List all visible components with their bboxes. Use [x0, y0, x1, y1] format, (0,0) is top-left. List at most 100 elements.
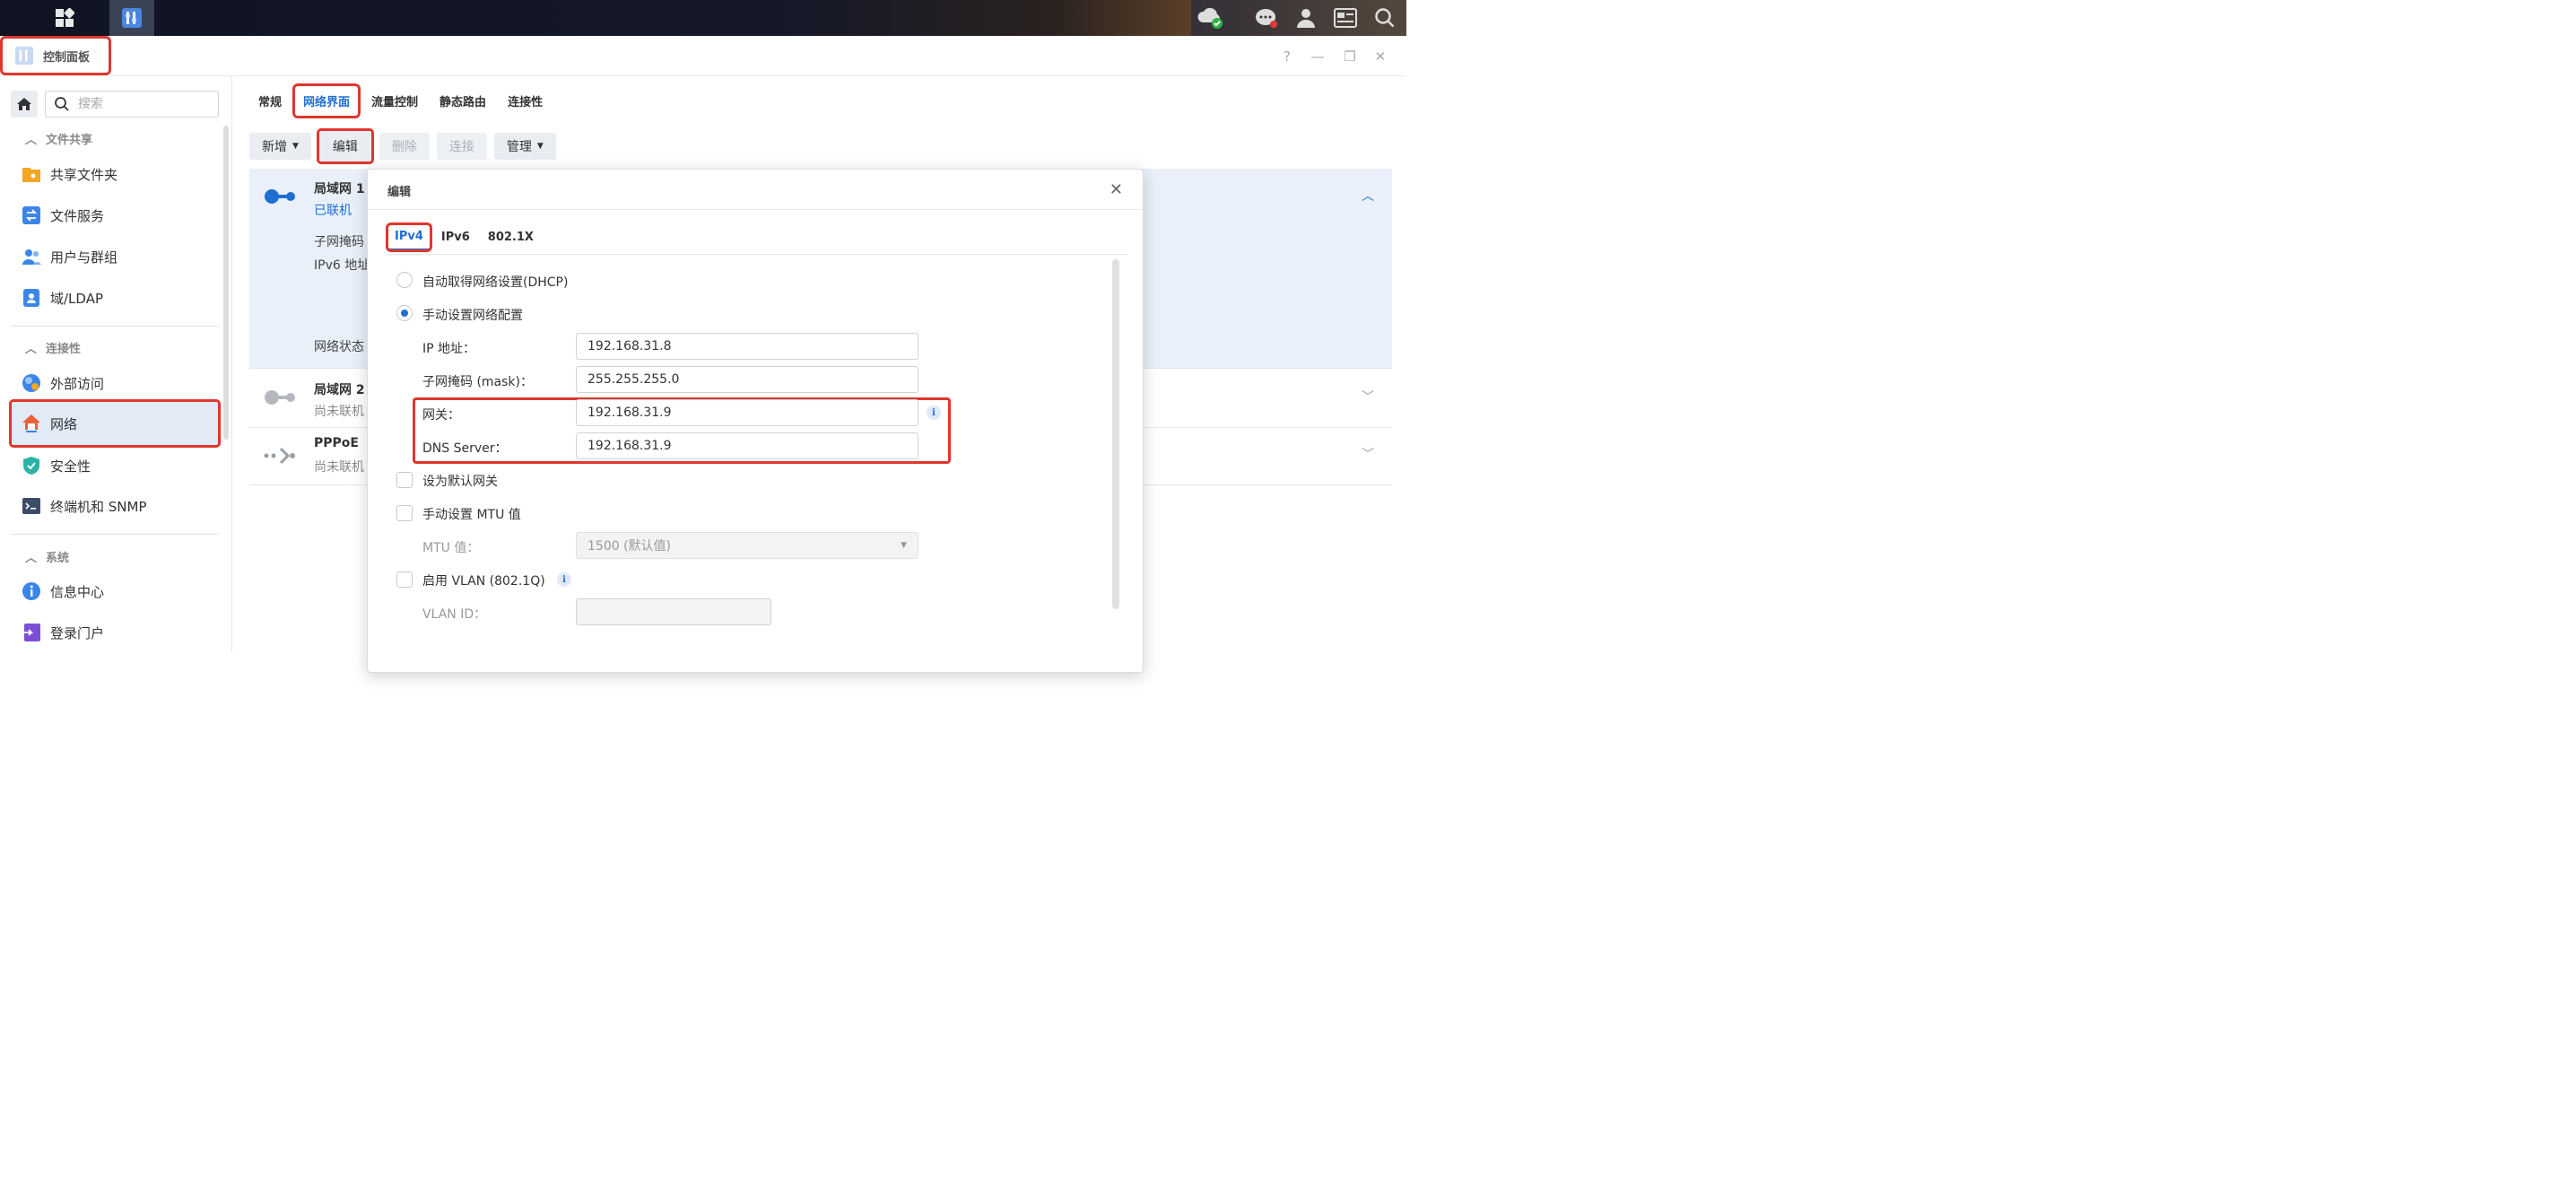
- info-icon[interactable]: i: [557, 572, 571, 587]
- tab-static-route[interactable]: 静态路由: [431, 87, 495, 115]
- chevron-up-icon: ︿: [25, 343, 38, 356]
- vlan-label: 启用 VLAN (802.1Q): [422, 574, 545, 589]
- sidebar-item-security[interactable]: 安全性: [11, 446, 219, 485]
- widgets-icon[interactable]: [1326, 0, 1365, 36]
- app-title-text: 控制面板: [43, 50, 91, 65]
- dns-server-label: DNS Server：: [422, 441, 508, 456]
- section-system[interactable]: ︿ 系统: [25, 548, 69, 565]
- tab-connectivity[interactable]: 连接性: [499, 87, 552, 115]
- close-icon[interactable]: ✕: [1110, 180, 1123, 199]
- tab-network-interface[interactable]: 网络界面: [292, 83, 361, 118]
- vlan-checkbox[interactable]: [396, 571, 413, 588]
- interface-name: PPPoE: [314, 436, 359, 450]
- network-house-icon: [22, 414, 40, 432]
- chevron-up-icon[interactable]: ︿: [1362, 187, 1374, 205]
- external-access-icon: [22, 374, 40, 392]
- tab-general[interactable]: 常规: [249, 87, 291, 115]
- sidebar-item-domain-ldap[interactable]: 域/LDAP: [11, 278, 219, 318]
- sidebar-item-network[interactable]: 网络: [9, 399, 221, 448]
- sidebar-item-file-services[interactable]: 文件服务: [11, 196, 219, 235]
- interface-status: 尚未联机: [314, 460, 364, 475]
- close-window-icon[interactable]: ✕: [1371, 47, 1390, 66]
- mtu-label: MTU 值：: [422, 541, 480, 555]
- chevron-down-icon[interactable]: ﹀: [1362, 388, 1374, 406]
- user-icon[interactable]: [1286, 0, 1326, 36]
- mtu-select[interactable]: 1500 (默认值) ▼: [576, 532, 918, 559]
- sidebar-item-shared-folder[interactable]: 共享文件夹: [11, 154, 219, 194]
- dhcp-radio[interactable]: [396, 272, 413, 288]
- section-connectivity[interactable]: ︿ 连接性: [25, 339, 81, 356]
- file-services-icon: [22, 206, 40, 224]
- control-panel-task-button[interactable]: [109, 0, 154, 36]
- section-file-sharing[interactable]: ︿ 文件共享: [25, 130, 92, 147]
- add-button[interactable]: 新增 ▼: [249, 133, 311, 160]
- delete-button-label: 删除: [391, 140, 417, 154]
- subnet-mask-input[interactable]: [576, 366, 918, 393]
- app-title: 控制面板: [0, 36, 111, 75]
- chevron-up-icon: ︿: [25, 552, 38, 565]
- manage-button-label: 管理: [506, 140, 532, 154]
- home-button[interactable]: [11, 91, 38, 118]
- sidebar-item-label: 域/LDAP: [50, 290, 104, 307]
- info-icon: [22, 582, 40, 600]
- search-icon: [55, 97, 69, 111]
- sidebar-item-label: 安全性: [50, 458, 91, 475]
- sidebar-item-label: 文件服务: [50, 207, 105, 224]
- dns-server-input[interactable]: [576, 432, 918, 459]
- help-icon[interactable]: ?: [1277, 47, 1297, 66]
- subnet-mask-label: 子网掩码 (mask)：: [422, 375, 533, 389]
- sidebar-item-terminal-snmp[interactable]: 终端机和 SNMP: [11, 486, 219, 526]
- mtu-value: 1500 (默认值): [587, 539, 672, 554]
- connect-button-label: 连接: [448, 140, 474, 154]
- search-input[interactable]: [76, 96, 205, 112]
- dialog-scrollbar[interactable]: [1112, 259, 1119, 609]
- chevron-down-icon[interactable]: ﹀: [1362, 445, 1374, 463]
- sidebar-scrollbar[interactable]: [223, 126, 229, 440]
- grid-icon: [56, 8, 74, 27]
- sidebar-item-label: 外部访问: [50, 375, 105, 392]
- vlan-id-label: VLAN ID：: [422, 607, 487, 622]
- vlan-id-input[interactable]: [576, 598, 771, 625]
- tab-traffic-control[interactable]: 流量控制: [362, 87, 427, 115]
- interface-name: 局域网 1: [314, 182, 365, 196]
- main-menu-button[interactable]: [36, 0, 93, 36]
- manual-mtu-label: 手动设置 MTU 值: [422, 508, 521, 522]
- manage-button[interactable]: 管理 ▼: [493, 133, 556, 160]
- chevron-up-icon: ︿: [25, 134, 38, 147]
- delete-button[interactable]: 删除: [379, 133, 430, 160]
- sidebar-item-external-access[interactable]: 外部访问: [11, 363, 219, 403]
- add-button-label: 新增: [262, 140, 287, 154]
- detail-label: 子网掩码: [314, 235, 364, 249]
- gateway-input[interactable]: [576, 399, 918, 426]
- sidebar-item-label: 信息中心: [50, 583, 105, 600]
- edit-button-label: 编辑: [332, 140, 358, 154]
- edit-button[interactable]: 编辑: [316, 128, 374, 164]
- search-icon[interactable]: [1365, 0, 1405, 36]
- connect-button[interactable]: 连接: [436, 133, 487, 160]
- cloud-sync-icon[interactable]: [1191, 0, 1231, 36]
- edit-dialog: 编辑 ✕ IPv4 IPv6 802.1X 自动取得网络设置(DHCP) 手动设…: [367, 169, 1144, 673]
- default-gateway-checkbox[interactable]: [396, 472, 413, 488]
- sidebar-item-label: 终端机和 SNMP: [50, 498, 147, 515]
- sidebar-item-info-center[interactable]: 信息中心: [11, 571, 219, 611]
- dialog-divider: [368, 209, 1143, 210]
- tab-ipv4[interactable]: IPv4: [386, 222, 432, 252]
- control-panel-icon: [14, 46, 34, 65]
- manual-config-radio[interactable]: [396, 305, 413, 321]
- tab-8021x[interactable]: 802.1X: [481, 227, 541, 248]
- caret-down-icon: ▼: [536, 142, 544, 151]
- tab-ipv6[interactable]: IPv6: [434, 227, 477, 248]
- sidebar-divider: [11, 534, 219, 535]
- interface-name: 局域网 2: [314, 383, 365, 397]
- info-icon[interactable]: i: [927, 406, 941, 420]
- notification-icon[interactable]: [1247, 0, 1286, 36]
- restore-icon[interactable]: ❐: [1340, 47, 1360, 66]
- sidebar-item-users-groups[interactable]: 用户与群组: [11, 237, 219, 276]
- minimize-icon[interactable]: —: [1308, 47, 1327, 66]
- taskbar-tray: [1191, 0, 1406, 36]
- ip-address-input[interactable]: [576, 333, 918, 360]
- sidebar-item-login-portal[interactable]: 登录门户: [11, 613, 219, 652]
- home-icon: [17, 98, 31, 110]
- dhcp-label: 自动取得网络设置(DHCP): [422, 275, 569, 290]
- manual-mtu-checkbox[interactable]: [396, 505, 413, 521]
